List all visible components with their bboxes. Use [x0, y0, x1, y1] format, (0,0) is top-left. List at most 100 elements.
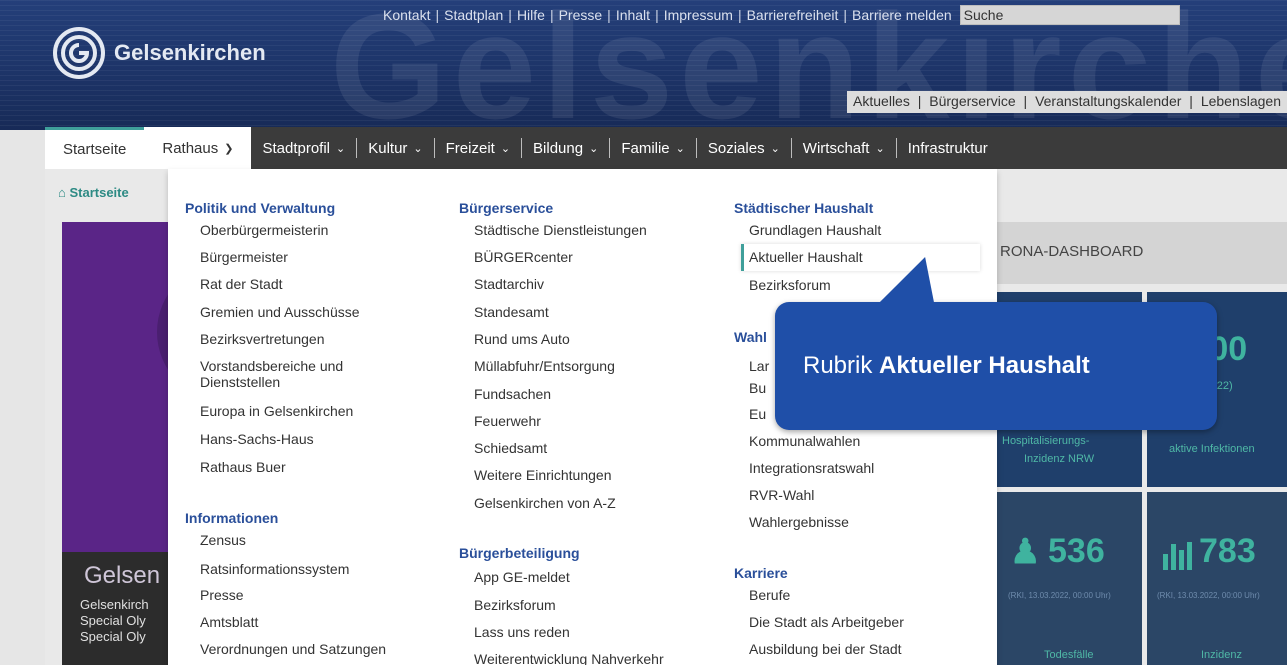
dashboard-header[interactable]: RONA-DASHBOARD: [996, 222, 1287, 284]
nav-stadtprofil[interactable]: Stadtprofil ⌄: [251, 127, 356, 169]
menu-item[interactable]: RVR-Wahl: [749, 487, 814, 503]
hero-teaser[interactable]: Gelsen Gelsenkirch Special Oly Special O…: [62, 222, 297, 665]
menu-item[interactable]: Standesamt: [474, 304, 549, 320]
menu-item[interactable]: Feuerwehr: [474, 413, 541, 429]
dashboard-tile[interactable]: ♟ 536 (RKI, 13.03.2022, 00:00 Uhr) Todes…: [996, 492, 1142, 665]
nav-label: Soziales: [707, 139, 765, 157]
menu-item[interactable]: Amtsblatt: [200, 614, 258, 630]
menu-item[interactable]: Europa in Gelsenkirchen: [200, 403, 353, 419]
link-presse[interactable]: Presse: [559, 7, 603, 23]
nav-infrastruktur[interactable]: Infrastruktur: [897, 127, 999, 169]
menu-item[interactable]: Oberbürgermeisterin: [200, 222, 328, 238]
menu-item[interactable]: Rat der Stadt: [200, 276, 283, 292]
callout-emphasis: Aktueller Haushalt: [879, 352, 1090, 379]
nav-freizeit[interactable]: Freizeit ⌄: [435, 127, 521, 169]
nav-rathaus[interactable]: Rathaus ❯: [144, 127, 252, 169]
home-icon: ⌂: [58, 185, 70, 200]
link-barriere-melden[interactable]: Barriere melden: [852, 7, 952, 23]
menu-item[interactable]: Ratsinformationssystem: [200, 561, 349, 577]
menu-item[interactable]: Eu: [749, 406, 766, 422]
menu-item[interactable]: Bürgermeister: [200, 249, 288, 265]
link-buergerservice[interactable]: Bürgerservice: [929, 93, 1015, 109]
menu-item[interactable]: Die Stadt als Arbeitgeber: [749, 614, 904, 630]
menu-item[interactable]: App GE-meldet: [474, 569, 570, 585]
menu-item[interactable]: Hans-Sachs-Haus: [200, 431, 314, 447]
menu-item[interactable]: Presse: [200, 587, 244, 603]
separator: |: [1023, 93, 1028, 109]
menu-heading[interactable]: Bürgerservice: [459, 200, 553, 216]
menu-item[interactable]: Verordnungen und Satzungen: [200, 641, 386, 657]
menu-heading[interactable]: Wahl: [734, 329, 767, 345]
nav-label: Kultur: [368, 139, 408, 157]
breadcrumb[interactable]: ⌂ Startseite: [58, 185, 129, 200]
site-header: Gelsenkirchen Gelsenkirchen Kontakt | St…: [0, 0, 1287, 130]
menu-heading[interactable]: Städtischer Haushalt: [734, 200, 873, 216]
site-logo[interactable]: Gelsenkirchen: [52, 26, 266, 80]
menu-item-aktueller-haushalt[interactable]: Aktueller Haushalt: [749, 249, 863, 265]
nav-bildung[interactable]: Bildung ⌄: [522, 127, 609, 169]
menu-item[interactable]: Kommunalwahlen: [749, 433, 860, 449]
menu-item[interactable]: Lass uns reden: [474, 624, 570, 640]
menu-item[interactable]: Grundlagen Haushalt: [749, 222, 881, 238]
hero-line: Special Oly: [80, 629, 146, 644]
nav-label: Startseite: [63, 141, 127, 158]
nav-soziales[interactable]: Soziales ⌄: [697, 127, 791, 169]
link-stadtplan[interactable]: Stadtplan: [444, 7, 503, 23]
menu-item[interactable]: Lar: [749, 358, 769, 374]
menu-item[interactable]: Schiedsamt: [474, 440, 547, 456]
dashboard-tile[interactable]: 783 (RKI, 13.03.2022, 00:00 Uhr) Inziden…: [1147, 492, 1287, 665]
menu-item[interactable]: Weiterentwicklung Nahverkehr: [474, 651, 664, 665]
separator: |: [435, 7, 440, 23]
menu-item[interactable]: Müllabfuhr/Entsorgung: [474, 358, 615, 374]
link-aktuelles[interactable]: Aktuelles: [853, 93, 910, 109]
search-input[interactable]: [959, 5, 1180, 25]
link-kontakt[interactable]: Kontakt: [383, 7, 430, 23]
nav-label: Stadtprofil: [262, 139, 331, 157]
menu-item[interactable]: Bezirksforum: [474, 597, 556, 613]
hero-line: Gelsenkirch: [80, 597, 149, 612]
menu-item[interactable]: Zensus: [200, 532, 246, 548]
menu-item[interactable]: Berufe: [749, 587, 790, 603]
menu-item[interactable]: Bezirksvertretungen: [200, 331, 325, 347]
nav-startseite[interactable]: Startseite: [45, 127, 145, 169]
menu-item[interactable]: Integrationsratswahl: [749, 460, 874, 476]
menu-heading[interactable]: Informationen: [185, 510, 278, 526]
hero-line: Special Oly: [80, 613, 146, 628]
tile-source: (RKI, 13.03.2022, 00:00 Uhr): [1157, 591, 1260, 600]
menu-item[interactable]: Weitere Einrichtungen: [474, 467, 611, 483]
menu-heading[interactable]: Karriere: [734, 565, 788, 581]
menu-item[interactable]: Städtische Dienstleistungen: [474, 222, 647, 238]
menu-item[interactable]: Bu: [749, 380, 766, 396]
nav-wirtschaft[interactable]: Wirtschaft ⌄: [792, 127, 896, 169]
nav-kultur[interactable]: Kultur ⌄: [357, 127, 433, 169]
menu-item[interactable]: Stadtarchiv: [474, 276, 544, 292]
chevron-down-icon: ⌄: [336, 142, 346, 155]
nav-familie[interactable]: Familie ⌄: [610, 127, 696, 169]
chevron-down-icon: ⌄: [675, 142, 685, 155]
link-inhalt[interactable]: Inhalt: [616, 7, 650, 23]
nav-label: Familie: [621, 139, 670, 157]
menu-heading[interactable]: Politik und Verwaltung: [185, 200, 335, 216]
nav-label: Rathaus: [162, 139, 219, 157]
logo-icon: [53, 27, 105, 79]
menu-item[interactable]: Vorstandsbereiche und: [200, 358, 343, 374]
menu-item[interactable]: Bezirksforum: [749, 277, 831, 293]
menu-item[interactable]: Rund ums Auto: [474, 331, 570, 347]
link-veranstaltungskalender[interactable]: Veranstaltungskalender: [1035, 93, 1181, 109]
menu-item[interactable]: Wahlergebnisse: [749, 514, 849, 530]
menu-item[interactable]: Gelsenkirchen von A-Z: [474, 495, 616, 511]
link-hilfe[interactable]: Hilfe: [517, 7, 545, 23]
breadcrumb-label: Startseite: [69, 185, 129, 200]
menu-item[interactable]: Gremien und Ausschüsse: [200, 304, 360, 320]
link-lebenslagen[interactable]: Lebenslagen: [1201, 93, 1281, 109]
menu-item[interactable]: Ausbildung bei der Stadt: [749, 641, 902, 657]
link-barrierefreiheit[interactable]: Barrierefreiheit: [747, 7, 839, 23]
link-impressum[interactable]: Impressum: [664, 7, 733, 23]
logo-text: Gelsenkirchen: [114, 40, 266, 65]
menu-item[interactable]: Rathaus Buer: [200, 459, 286, 475]
menu-item[interactable]: BÜRGERcenter: [474, 249, 573, 265]
menu-item[interactable]: Dienststellen: [200, 374, 280, 390]
menu-item[interactable]: Fundsachen: [474, 386, 551, 402]
menu-heading[interactable]: Bürgerbeteiligung: [459, 545, 580, 561]
separator: |: [737, 7, 742, 23]
